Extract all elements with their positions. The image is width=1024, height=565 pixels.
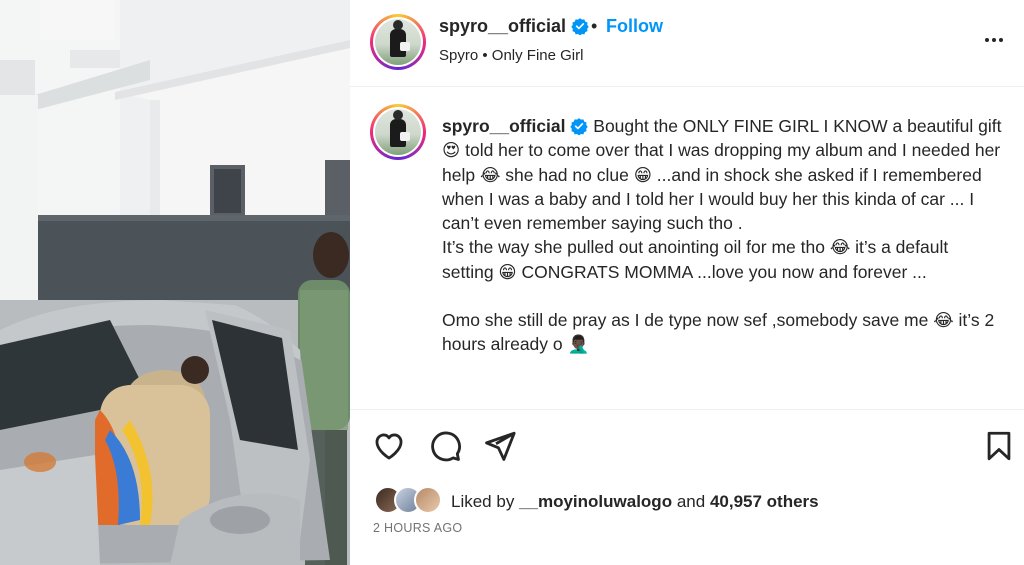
caption-author-avatar[interactable] bbox=[370, 104, 426, 160]
post-panel: spyro__official • Follow Spyro • Only Fi… bbox=[350, 0, 1024, 565]
post-header: spyro__official • Follow Spyro • Only Fi… bbox=[350, 0, 1024, 87]
likes-prefix: Liked by bbox=[451, 492, 515, 511]
comment-icon[interactable] bbox=[428, 429, 462, 463]
follow-button[interactable]: Follow bbox=[606, 16, 663, 37]
caption-paragraph-3: Omo she still de pray as I de type now s… bbox=[442, 310, 995, 355]
post-timestamp[interactable]: 2 HOURS AGO bbox=[373, 521, 462, 535]
verified-badge-icon bbox=[570, 118, 589, 135]
caption-text: spyro__official Bought the ONLY FINE GIR… bbox=[442, 114, 1002, 357]
author-avatar[interactable] bbox=[370, 14, 426, 70]
verified-badge-icon bbox=[571, 18, 589, 35]
author-username: spyro__official bbox=[439, 16, 567, 36]
audio-attribution[interactable]: Spyro • Only Fine Girl bbox=[439, 47, 583, 64]
bookmark-icon[interactable] bbox=[982, 429, 1016, 463]
liker-username-link[interactable]: __moyinoluwalogo bbox=[519, 492, 672, 511]
likes-joiner: and bbox=[676, 492, 706, 511]
post-actions: Liked by __moyinoluwalogo and 40,957 oth… bbox=[350, 409, 1024, 565]
like-heart-icon[interactable] bbox=[372, 429, 406, 463]
author-username-link[interactable]: spyro__official bbox=[439, 16, 589, 37]
send-icon[interactable] bbox=[483, 429, 517, 463]
media-scene bbox=[0, 0, 350, 565]
post-media[interactable] bbox=[0, 0, 350, 565]
more-options-icon[interactable] bbox=[982, 28, 1006, 52]
liker-avatar bbox=[414, 486, 442, 514]
caption-username[interactable]: spyro__official bbox=[442, 116, 566, 136]
caption-area: spyro__official Bought the ONLY FINE GIR… bbox=[350, 88, 1024, 408]
likes-summary: Liked by __moyinoluwalogo and 40,957 oth… bbox=[451, 492, 819, 512]
caption-paragraph-2: It’s the way she pulled out anointing oi… bbox=[442, 237, 949, 282]
likes-count-link[interactable]: 40,957 others bbox=[710, 492, 819, 511]
header-separator: • bbox=[591, 16, 598, 36]
